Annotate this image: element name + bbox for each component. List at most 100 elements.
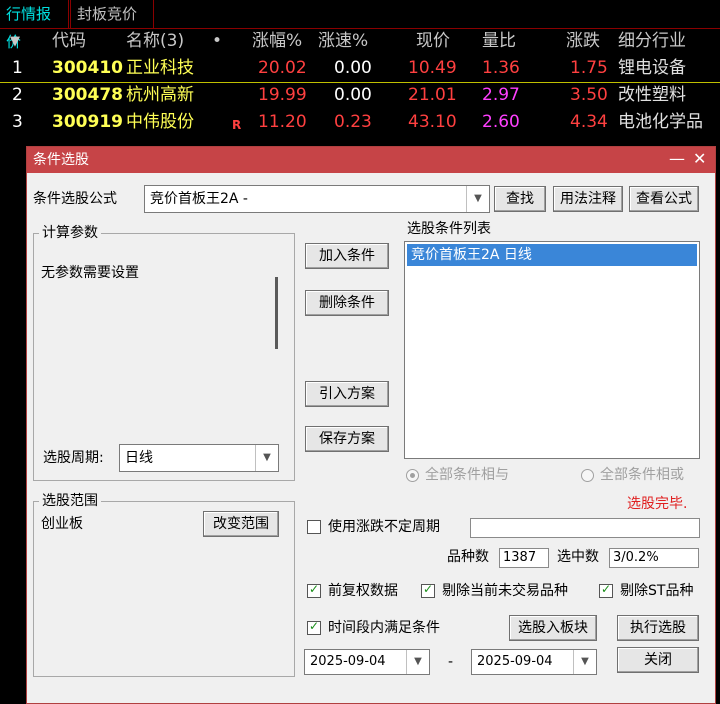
col-speed[interactable]: 涨速% — [318, 28, 368, 55]
period-label: 选股周期: — [43, 450, 104, 466]
view-formula-button[interactable]: 查看公式 — [629, 186, 699, 212]
col-name[interactable]: 名称(3) — [126, 28, 184, 55]
row-index: 1 — [12, 58, 23, 78]
period-condition-checkbox[interactable]: ✓ — [307, 619, 321, 635]
row-index: 2 — [12, 85, 23, 105]
usage-notes-button[interactable]: 用法注释 — [553, 186, 623, 212]
vol-ratio: 2.60 — [482, 112, 520, 132]
exclude-untraded-checkbox[interactable]: ✓ — [421, 582, 435, 598]
speed: 0.23 — [334, 112, 372, 132]
delete-condition-button[interactable]: 删除条件 — [305, 290, 389, 316]
tab-limit-auction[interactable]: 封板竞价 — [70, 0, 154, 28]
exclude-st-label: 剔除ST品种 — [620, 583, 694, 599]
stock-flag: R — [232, 118, 242, 132]
price: 43.10 — [408, 112, 457, 132]
use-variable-period-checkbox[interactable] — [307, 520, 321, 534]
minimize-icon[interactable]: — — [669, 147, 685, 171]
save-plan-button[interactable]: 保存方案 — [305, 426, 389, 452]
chevron-down-icon[interactable]: ▼ — [573, 650, 596, 674]
date-from-value: 2025-09-04 — [310, 654, 386, 669]
formula-select[interactable]: 竞价首板王2A - ▼ — [144, 185, 490, 213]
list-item[interactable]: 竞价首板王2A 日线 — [407, 244, 697, 266]
period-select[interactable]: 日线 ▼ — [119, 444, 279, 472]
import-plan-button[interactable]: 引入方案 — [305, 381, 389, 407]
close-icon[interactable]: ✕ — [693, 147, 706, 171]
count-field: 1387 — [499, 548, 549, 568]
params-group-title: 计算参数 — [39, 224, 101, 242]
date-to-value: 2025-09-04 — [477, 654, 553, 669]
col-industry[interactable]: 细分行业 — [618, 28, 686, 55]
industry: 电池化学品 — [618, 112, 703, 132]
change-pct: 19.99 — [258, 85, 307, 105]
vol-ratio: 2.97 — [482, 85, 520, 105]
chevron-down-icon[interactable]: ▼ — [466, 186, 489, 212]
params-scrollbar[interactable] — [275, 277, 278, 349]
formula-value: 竞价首板王2A - — [150, 191, 248, 207]
exclude-untraded-label: 剔除当前未交易品种 — [442, 583, 568, 599]
check-icon: ✓ — [423, 582, 434, 596]
stock-name: 杭州高新 — [126, 85, 194, 105]
col-dot: • — [212, 31, 223, 51]
table-row[interactable]: 2 300478 杭州高新 19.99 0.00 21.01 2.97 3.50… — [0, 82, 720, 109]
dialog-title: 条件选股 — [33, 152, 89, 168]
industry: 锂电设备 — [618, 58, 686, 78]
speed: 0.00 — [334, 58, 372, 78]
close-button[interactable]: 关闭 — [617, 647, 699, 673]
date-separator: - — [448, 654, 454, 670]
stock-name: 中伟股份 — [126, 112, 194, 132]
selected-field: 3/0.2% — [609, 548, 699, 568]
adjust-label: 前复权数据 — [328, 583, 398, 599]
industry: 改性塑料 — [618, 85, 686, 105]
variable-period-input[interactable] — [470, 518, 700, 538]
check-icon: ✓ — [601, 582, 612, 596]
change: 1.75 — [570, 58, 608, 78]
selected-value: 3/0.2% — [613, 550, 659, 565]
row-index: 3 — [12, 112, 23, 132]
radio-and[interactable] — [406, 469, 419, 482]
table-row[interactable]: 3 300919 中伟股份 R 11.20 0.23 43.10 2.60 4.… — [0, 109, 720, 136]
condition-list-label: 选股条件列表 — [407, 221, 491, 237]
condition-list[interactable]: 竞价首板王2A 日线 — [404, 241, 700, 459]
sort-icon[interactable]: ▼ — [10, 28, 20, 55]
col-change[interactable]: 涨跌 — [566, 28, 600, 55]
condition-select-dialog: 条件选股 — ✕ 条件选股公式 竞价首板王2A - ▼ 查找 用法注释 查看公式… — [26, 146, 716, 704]
add-to-block-button[interactable]: 选股入板块 — [509, 615, 597, 641]
period-value: 日线 — [125, 450, 153, 466]
change-pct: 20.02 — [258, 58, 307, 78]
add-condition-button[interactable]: 加入条件 — [305, 243, 389, 269]
find-button[interactable]: 查找 — [494, 186, 546, 212]
col-price[interactable]: 现价 — [416, 28, 450, 55]
params-text: 无参数需要设置 — [41, 265, 139, 281]
speed: 0.00 — [334, 85, 372, 105]
range-group-title: 选股范围 — [39, 492, 101, 510]
stock-name: 正业科技 — [126, 58, 194, 78]
change-range-button[interactable]: 改变范围 — [203, 511, 279, 537]
table-header: ▼ 代码 名称(3) • 涨幅% 涨速% 现价 量比 涨跌 细分行业 — [0, 28, 720, 55]
change-pct: 11.20 — [258, 112, 307, 132]
change: 4.34 — [570, 112, 608, 132]
tab-quotes[interactable]: 行情报价 — [0, 0, 69, 51]
chevron-down-icon[interactable]: ▼ — [255, 445, 278, 471]
formula-label: 条件选股公式 — [33, 191, 117, 207]
date-to-picker[interactable]: 2025-09-04 ▼ — [471, 649, 597, 675]
stock-code: 300410 — [52, 58, 123, 78]
radio-or[interactable] — [581, 469, 594, 482]
date-from-picker[interactable]: 2025-09-04 ▼ — [304, 649, 430, 675]
period-condition-label: 时间段内满足条件 — [328, 620, 440, 636]
stock-code: 300478 — [52, 85, 123, 105]
col-code[interactable]: 代码 — [52, 28, 86, 55]
change: 3.50 — [570, 85, 608, 105]
vol-ratio: 1.36 — [482, 58, 520, 78]
chevron-down-icon[interactable]: ▼ — [406, 650, 429, 674]
adjust-checkbox[interactable]: ✓ — [307, 582, 321, 598]
exclude-st-checkbox[interactable]: ✓ — [599, 582, 613, 598]
col-change-pct[interactable]: 涨幅% — [252, 28, 302, 55]
dialog-titlebar[interactable]: 条件选股 — ✕ — [27, 147, 715, 173]
table-row[interactable]: 1 300410 正业科技 20.02 0.00 10.49 1.36 1.75… — [0, 55, 720, 83]
col-vol-ratio[interactable]: 量比 — [482, 28, 516, 55]
status-text: 选股完毕. — [627, 496, 688, 512]
market-tabs: 行情报价 封板竞价 — [0, 0, 720, 51]
radio-and-label: 全部条件相与 — [425, 467, 509, 483]
execute-select-button[interactable]: 执行选股 — [617, 615, 699, 641]
check-icon: ✓ — [309, 619, 320, 633]
